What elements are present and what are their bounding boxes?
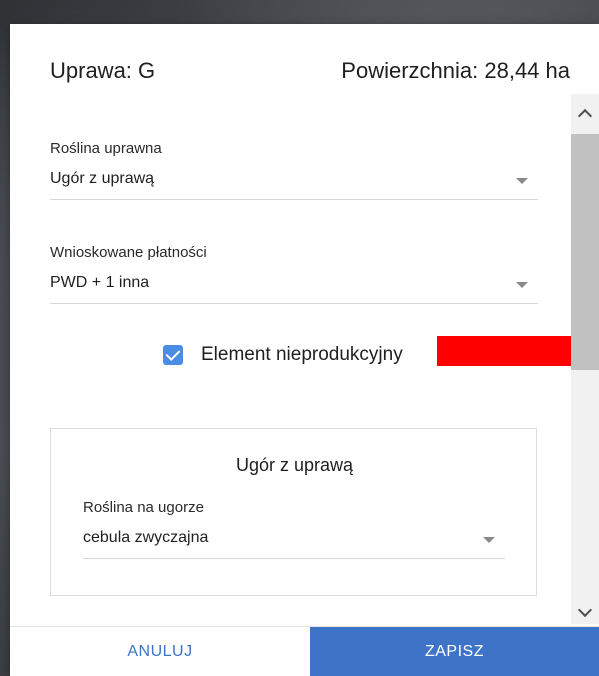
vertical-scrollbar[interactable] (571, 94, 599, 624)
crop-plant-value: Ugór z uprawą (50, 170, 155, 187)
scroll-thumb[interactable] (571, 134, 599, 370)
fallow-panel-title: Ugór z uprawą (235, 455, 354, 475)
non-productive-label: Element nieprodukcyjny (201, 344, 403, 365)
dialog-content: Roślina uprawna Ugór z uprawą Wnioskowan… (10, 110, 599, 620)
fallow-panel: Ugór z uprawą Roślina na ugorze cebula z… (50, 428, 537, 596)
save-button[interactable]: ZAPISZ (310, 627, 599, 676)
plant-on-fallow-field: Roślina na ugorze cebula zwyczajna (83, 499, 505, 559)
requested-payments-value: PWD + 1 inna (50, 274, 150, 291)
dropdown-arrow-icon (516, 282, 528, 288)
dropdown-arrow-icon (483, 537, 495, 543)
scroll-down-button[interactable] (571, 600, 599, 624)
scroll-up-button[interactable] (571, 102, 599, 126)
crop-plant-select[interactable]: Ugór z uprawą (50, 167, 538, 200)
checkbox-checked-icon[interactable] (163, 345, 183, 365)
crop-title: Uprawa: G (50, 58, 156, 83)
requested-payments-label: Wnioskowane płatności (50, 244, 207, 261)
non-productive-checkbox-row[interactable]: Element nieprodukcyjny (163, 342, 403, 368)
crop-plant-label: Roślina uprawna (50, 140, 162, 157)
area-title: Powierzchnia: 28,44 ha (341, 58, 570, 83)
plant-on-fallow-label: Roślina na ugorze (83, 499, 204, 516)
requested-payments-field: Wnioskowane płatności PWD + 1 inna (50, 244, 538, 304)
dialog-header: Uprawa: G Powierzchnia: 28,44 ha (10, 24, 599, 110)
chevron-down-icon (577, 602, 593, 618)
dropdown-arrow-icon (516, 178, 528, 184)
dialog-footer: ANULUJ ZAPISZ (10, 626, 599, 676)
requested-payments-select[interactable]: PWD + 1 inna (50, 271, 538, 304)
plant-on-fallow-value: cebula zwyczajna (83, 529, 209, 546)
crop-plant-field: Roślina uprawna Ugór z uprawą (50, 140, 538, 200)
cancel-button[interactable]: ANULUJ (10, 627, 310, 676)
chevron-up-icon (577, 108, 593, 124)
plant-on-fallow-select[interactable]: cebula zwyczajna (83, 526, 505, 559)
crop-dialog: Uprawa: G Powierzchnia: 28,44 ha Roślina… (10, 24, 599, 676)
